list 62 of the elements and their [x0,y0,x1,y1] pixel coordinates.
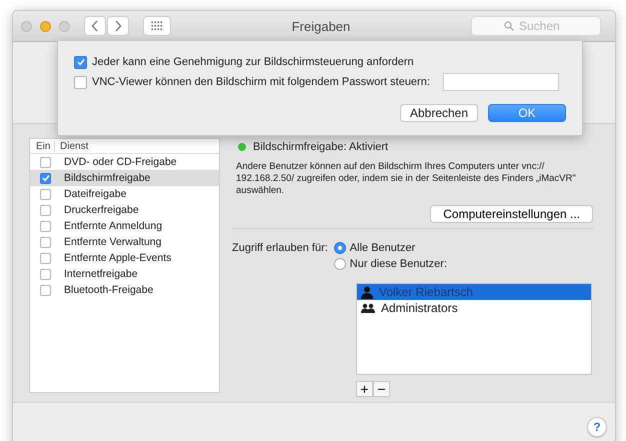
service-name: Bildschirmfreigabe [64,172,150,184]
checkbox[interactable] [40,236,51,248]
add-button[interactable]: + [356,381,373,397]
checkbox[interactable] [40,204,51,216]
option-label: Jeder kann eine Genehmigung zur Bildschirmsteuerung anfordern [92,56,414,68]
service-name: Entfernte Verwaltung [64,236,162,248]
access-label: Zugriff erlauben für: [232,242,328,254]
service-item[interactable]: Bildschirmfreigabe [30,170,219,186]
service-item[interactable]: DVD- oder CD-Freigabe [30,154,219,170]
minimize-button[interactable] [40,20,51,32]
user-icon [361,286,373,298]
dialog-button[interactable]: Abbrechen [400,104,478,122]
group-icon [361,303,375,313]
checkbox[interactable] [40,156,51,168]
service-name: Entfernte Anmeldung [64,220,162,232]
back-button[interactable] [84,16,106,36]
service-item[interactable]: Druckerfreigabe [30,202,219,218]
zoom-button[interactable] [59,20,70,32]
service-name: Dateifreigabe [64,188,126,200]
user-item[interactable]: Administrators [357,300,591,316]
column-header[interactable]: Ein [30,140,55,152]
grid-icon [151,21,163,31]
service-name: DVD- oder CD-Freigabe [64,156,177,168]
service-name: Bluetooth-Freigabe [64,284,154,296]
window-title: Freigaben [290,18,352,34]
checkbox[interactable] [40,188,51,200]
checkbox[interactable] [74,76,87,88]
search-field[interactable]: Suchen [471,16,601,36]
chevron-left-icon [91,20,99,32]
checkbox[interactable] [74,56,87,68]
checkbox[interactable] [40,284,51,296]
check-icon [76,58,84,66]
service-item[interactable]: Entfernte Verwaltung [30,234,219,250]
description: Andere Benutzer können auf den Bildschirm Ihres Computers unter vnc:// 192.168.2.50/ zugreifen oder, indem sie in der Seitenleiste des Finders „iMacVR" auswählen. [236,161,577,197]
service-name: Druckerfreigabe [64,204,139,216]
checkbox[interactable] [40,220,51,232]
checkbox[interactable] [40,172,51,184]
chevron-right-icon [114,20,122,32]
service-item[interactable]: Internetfreigabe [30,266,219,282]
user-name: Administrators [381,301,458,315]
forward-button[interactable] [107,16,129,36]
service-name: Internetfreigabe [64,268,138,280]
check-icon [42,174,50,182]
status-text: Bildschirmfreigabe: Aktiviert [253,141,388,153]
checkbox[interactable] [40,268,51,280]
radio-option[interactable]: Alle Benutzer [334,240,448,256]
radio-option[interactable]: Nur diese Benutzer: [334,256,448,272]
checkbox[interactable] [40,252,51,264]
service-name: Entfernte Apple-Events [64,252,172,264]
show-all-button[interactable] [143,16,171,36]
service-item[interactable]: Bluetooth-Freigabe [30,282,219,298]
remove-button[interactable]: − [373,381,390,397]
service-item[interactable]: Entfernte Anmeldung [30,218,219,234]
service-item[interactable]: Entfernte Apple-Events [30,250,219,266]
option-label: VNC-Viewer können den Bildschirm mit folgendem Passwort steuern: [92,76,430,88]
service-item[interactable]: Dateifreigabe [30,186,219,202]
user-name: Volker Riebartsch [379,285,474,299]
computer-settings-button[interactable]: Computereinstellungen ... [430,205,593,223]
close-button[interactable] [21,20,32,32]
column-header[interactable]: Dienst [55,140,88,152]
password-field[interactable] [442,73,559,91]
help-button[interactable]: ? [587,417,607,437]
